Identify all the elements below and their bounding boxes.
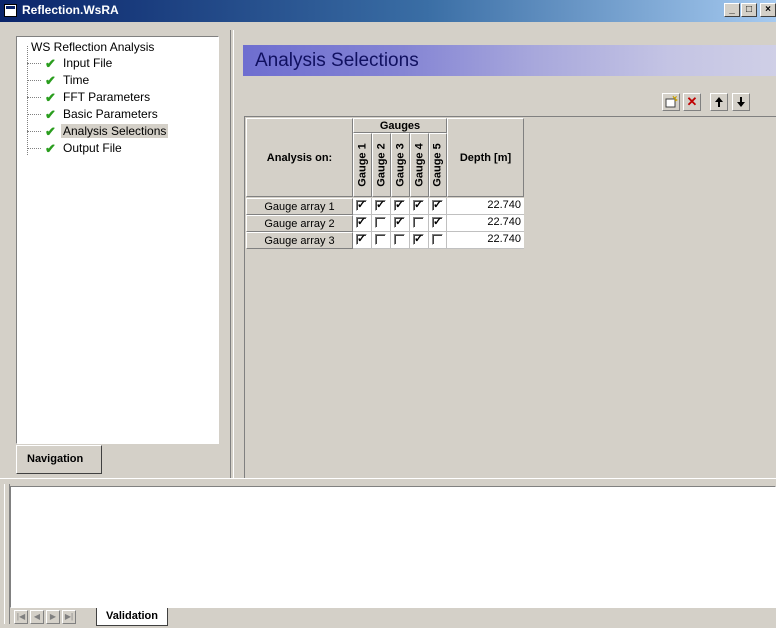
- checkmark-icon: ✔: [45, 90, 56, 105]
- depth-cell[interactable]: 22.740: [447, 232, 524, 249]
- selection-grid: Analysis on: Gauges Gauge 1 Gauge 2 Gaug…: [244, 116, 776, 478]
- page-title: Analysis Selections: [255, 50, 419, 71]
- checkbox-checked[interactable]: ✓: [413, 234, 424, 245]
- checkbox-checked[interactable]: ✓: [375, 200, 386, 211]
- gauge-cell: ✓: [429, 198, 447, 215]
- checkbox-unchecked[interactable]: [413, 217, 424, 228]
- gauges-group-header: Gauges: [353, 118, 447, 133]
- checkbox-unchecked[interactable]: [394, 234, 405, 245]
- tree-item-label: Basic Parameters: [63, 107, 158, 121]
- gauge-cell: ✓: [372, 198, 391, 215]
- tree-connector: [27, 80, 41, 81]
- tree-item-fft-parameters[interactable]: ✔ FFT Parameters: [45, 89, 150, 106]
- gauge-header: Gauge 1: [353, 133, 372, 197]
- checkbox-unchecked[interactable]: [375, 217, 386, 228]
- checkbox-checked[interactable]: ✓: [432, 200, 443, 211]
- checkbox-unchecked[interactable]: [432, 234, 443, 245]
- checkmark-icon: ✔: [45, 124, 56, 139]
- delete-icon[interactable]: ✕: [683, 93, 701, 111]
- tree-item-label: Analysis Selections: [61, 124, 169, 138]
- tree-connector: [27, 97, 41, 98]
- tree-item-basic-parameters[interactable]: ✔ Basic Parameters: [45, 106, 158, 123]
- tree-item-analysis-selections[interactable]: ✔ Analysis Selections: [45, 123, 169, 140]
- gauge-header-label: Gauge 2: [375, 143, 388, 187]
- tree-item-input-file[interactable]: ✔ Input File: [45, 55, 112, 72]
- first-tab-icon[interactable]: |◀: [14, 610, 28, 624]
- checkmark-icon: ✔: [45, 56, 56, 71]
- gauge-cell: ✓: [410, 232, 429, 249]
- gauge-cell: ✓: [353, 215, 372, 232]
- gauge-header: Gauge 2: [372, 133, 391, 197]
- gauge-cell: ✓: [353, 198, 372, 215]
- depth-header: Depth [m]: [447, 118, 524, 197]
- window-title: Reflection.WsRA: [22, 3, 119, 17]
- prev-tab-icon[interactable]: ◀: [30, 610, 44, 624]
- tree-item-label: Input File: [63, 56, 113, 70]
- gauge-header-label: Gauge 3: [394, 143, 407, 187]
- tree-root[interactable]: WS Reflection Analysis: [31, 39, 154, 56]
- app-icon: [4, 4, 17, 17]
- maximize-button[interactable]: □: [741, 3, 757, 17]
- panel-divider[interactable]: [0, 478, 776, 485]
- checkbox-unchecked[interactable]: [375, 234, 386, 245]
- tree-connector: [27, 131, 41, 132]
- gauge-header-label: Gauge 5: [432, 143, 444, 187]
- next-tab-icon[interactable]: ▶: [46, 610, 60, 624]
- depth-cell[interactable]: 22.740: [447, 198, 524, 215]
- tree-item-label: FFT Parameters: [63, 90, 151, 104]
- gauge-cell: [410, 215, 429, 232]
- gauge-cell: ✓: [391, 198, 410, 215]
- tree-item-time[interactable]: ✔ Time: [45, 72, 89, 89]
- gauge-header: Gauge 4: [410, 133, 429, 197]
- analysis-header: Analysis on:: [246, 118, 353, 197]
- tree-item-output-file[interactable]: ✔ Output File: [45, 140, 122, 157]
- tree-item-label: Time: [63, 73, 90, 87]
- arrow-up-icon[interactable]: [710, 93, 728, 111]
- gauge-cell: ✓: [391, 215, 410, 232]
- new-row-icon[interactable]: [662, 93, 680, 111]
- gauge-cell: [429, 232, 447, 249]
- tree-connector: [27, 148, 41, 149]
- gauge-header-label: Gauge 1: [356, 143, 369, 187]
- checkmark-icon: ✔: [45, 73, 56, 88]
- tree-item-label: Output File: [63, 141, 122, 155]
- checkmark-icon: ✔: [45, 107, 56, 122]
- tree-connector: [27, 63, 41, 64]
- gauge-cell: [372, 215, 391, 232]
- arrow-down-icon[interactable]: [732, 93, 750, 111]
- depth-cell[interactable]: 22.740: [447, 215, 524, 232]
- row-label[interactable]: Gauge array 3: [246, 232, 353, 249]
- gauge-cell: ✓: [410, 198, 429, 215]
- checkbox-checked[interactable]: ✓: [356, 217, 367, 228]
- checkbox-checked[interactable]: ✓: [432, 217, 443, 228]
- navigation-tree: WS Reflection Analysis ✔ Input File ✔ Ti…: [16, 36, 219, 444]
- checkbox-checked[interactable]: ✓: [394, 217, 405, 228]
- gauge-header-label: Gauge 4: [413, 143, 426, 187]
- tree-connector: [27, 114, 41, 115]
- gauge-cell: [391, 232, 410, 249]
- panel-grip: [4, 30, 230, 34]
- checkbox-checked[interactable]: ✓: [356, 200, 367, 211]
- row-label[interactable]: Gauge array 2: [246, 215, 353, 232]
- gauge-cell: [372, 232, 391, 249]
- gauge-header: Gauge 5: [429, 133, 447, 197]
- close-button[interactable]: ×: [760, 3, 776, 17]
- gauge-cell: ✓: [353, 232, 372, 249]
- tab-validation[interactable]: Validation: [96, 608, 168, 626]
- checkbox-checked[interactable]: ✓: [356, 234, 367, 245]
- checkbox-checked[interactable]: ✓: [413, 200, 424, 211]
- row-label[interactable]: Gauge array 1: [246, 198, 353, 215]
- validation-panel: [10, 486, 776, 608]
- minimize-button[interactable]: _: [724, 3, 740, 17]
- gauge-header: Gauge 3: [391, 133, 410, 197]
- tab-navigation[interactable]: Navigation: [16, 445, 102, 474]
- gauge-cell: ✓: [429, 215, 447, 232]
- checkbox-checked[interactable]: ✓: [394, 200, 405, 211]
- vertical-splitter[interactable]: [230, 30, 234, 478]
- last-tab-icon[interactable]: ▶|: [62, 610, 76, 624]
- checkmark-icon: ✔: [45, 141, 56, 156]
